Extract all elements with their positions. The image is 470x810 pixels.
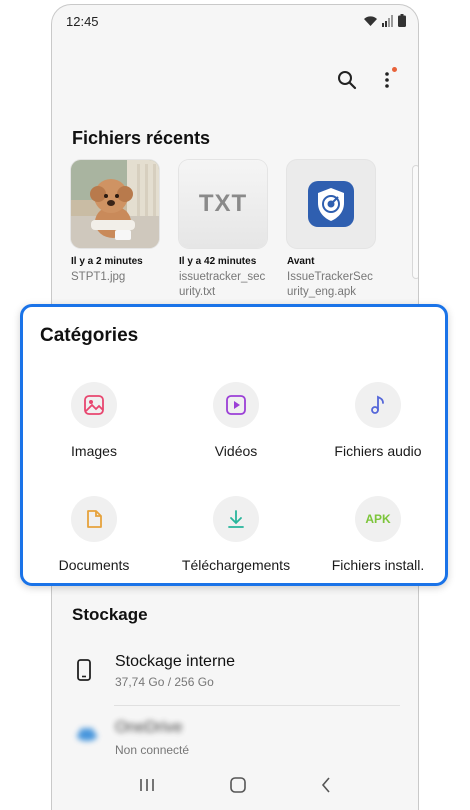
search-button[interactable] (334, 67, 360, 93)
category-label: Fichiers install. (331, 557, 425, 573)
status-time: 12:45 (66, 14, 99, 29)
search-icon (338, 71, 357, 90)
category-icon-circle: APK (355, 496, 401, 542)
download-icon (228, 510, 244, 528)
dog-photo-icon (71, 160, 159, 248)
recent-file-time: Avant (287, 256, 315, 267)
more-vert-icon (385, 72, 389, 88)
category-label: Vidéos (214, 443, 258, 459)
category-icon-circle (71, 496, 117, 542)
recent-file-item[interactable]: Il y a 2 minutes STPT1.jpg (71, 160, 161, 300)
recent-file-item[interactable]: Avant IssueTrackerSecurity_eng.apk (287, 160, 377, 300)
notification-dot-icon (392, 67, 397, 72)
photo-thumbnail (71, 160, 159, 248)
category-images[interactable]: Images (23, 382, 165, 459)
recent-files-title: Fichiers récents (72, 128, 211, 148)
top-actions (334, 67, 400, 93)
scroll-indicator[interactable] (412, 165, 418, 279)
categories-card: Catégories Images Vidéos Fichiers audio … (20, 304, 448, 586)
recent-file-time: Il y a 2 minutes (71, 256, 143, 267)
apk-icon: APK (365, 512, 391, 526)
category-icon-circle (213, 496, 259, 542)
apk-thumbnail (287, 160, 375, 248)
shield-app-icon (308, 181, 354, 227)
category-icon-circle (71, 382, 117, 428)
category-downloads[interactable]: Téléchargements (165, 496, 307, 573)
home-icon (230, 776, 246, 793)
category-install-files[interactable]: APK Fichiers install. (307, 496, 449, 573)
image-icon (84, 395, 104, 415)
category-documents[interactable]: Documents (23, 496, 165, 573)
video-icon (226, 395, 246, 415)
categories-title: Catégories (40, 325, 139, 346)
storage-internal-name: Stockage interne (115, 653, 236, 670)
recent-file-name: issuetracker_security.txt (179, 271, 266, 298)
text-file-thumbnail: TXT (179, 160, 267, 248)
category-label: Fichiers audio (334, 443, 422, 459)
home-button[interactable] (230, 776, 246, 798)
recent-file-name: IssueTrackerSecurity_eng.apk (287, 271, 373, 298)
recent-file-time: Il y a 42 minutes (179, 256, 257, 267)
phone-storage-icon (77, 659, 91, 681)
category-icon-circle (213, 382, 259, 428)
recent-file-name: STPT1.jpg (71, 271, 126, 283)
back-icon (321, 776, 330, 793)
category-videos[interactable]: Vidéos (165, 382, 307, 459)
status-bar: 12:45 (52, 5, 418, 39)
storage-internal-usage: 37,74 Go / 256 Go (115, 675, 214, 689)
cloud-icon (77, 728, 97, 741)
category-label: Téléchargements (181, 557, 291, 573)
category-label: Images (71, 443, 117, 459)
storage-onedrive-status: Non connecté (115, 743, 190, 757)
category-icon-circle (355, 382, 401, 428)
document-icon (87, 510, 102, 528)
wifi-icon (364, 15, 377, 26)
battery-icon (398, 14, 406, 27)
category-audio[interactable]: Fichiers audio (307, 382, 449, 459)
more-options-button[interactable] (374, 67, 400, 93)
storage-title: Stockage (72, 605, 148, 624)
music-note-icon (371, 395, 384, 414)
signal-icon (382, 14, 393, 27)
status-icons (363, 14, 406, 27)
navigation-bar (52, 769, 418, 805)
recent-files-list: Il y a 2 minutes STPT1.jpg TXT Il y a 42… (71, 160, 377, 300)
category-label: Documents (58, 557, 130, 573)
storage-onedrive-name: OneDrive (115, 719, 183, 736)
back-button[interactable] (321, 776, 331, 798)
recent-apps-icon (140, 778, 155, 791)
recent-apps-button[interactable] (139, 778, 155, 797)
recent-file-item[interactable]: TXT Il y a 42 minutes issuetracker_secur… (179, 160, 269, 300)
divider (114, 705, 400, 706)
